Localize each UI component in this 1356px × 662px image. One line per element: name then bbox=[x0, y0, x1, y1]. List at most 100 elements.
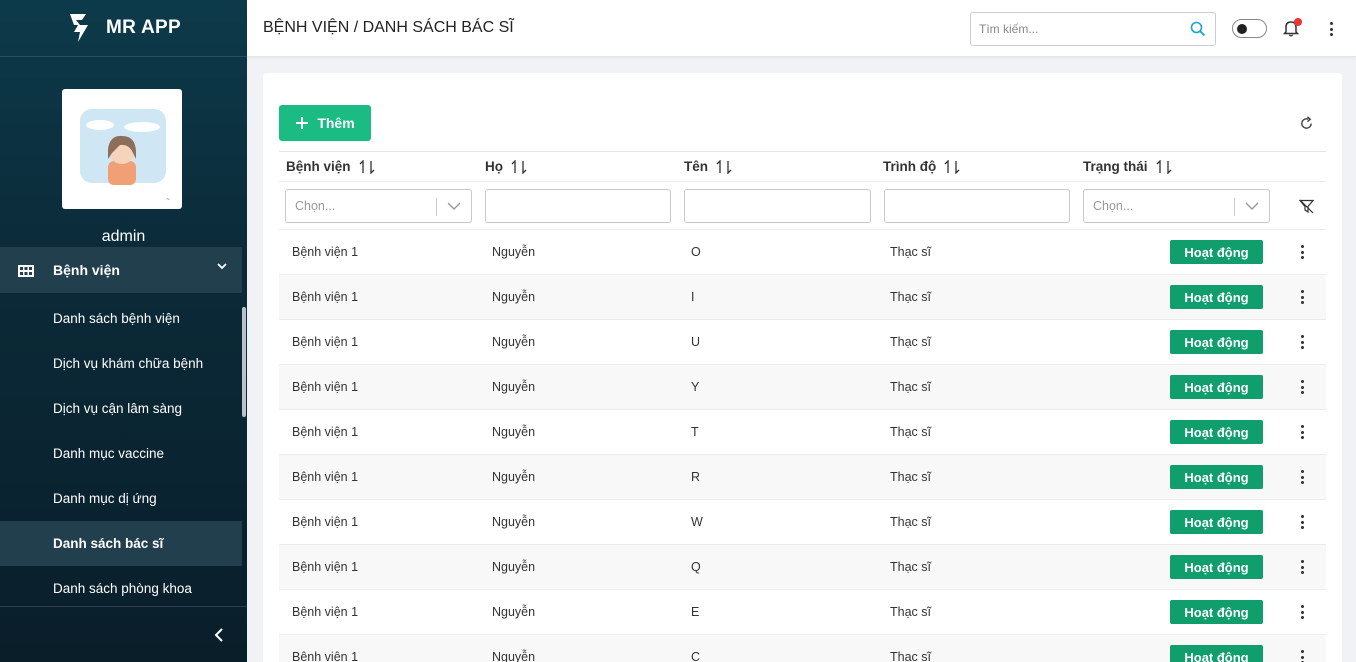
row-actions-icon[interactable] bbox=[1300, 380, 1304, 394]
sidebar-item-dich-vu-kham-chua-benh[interactable]: Dịch vụ khám chữa bệnh bbox=[0, 341, 242, 386]
table-row[interactable]: Bệnh viện 1 Nguyễn C Thạc sĩ Hoạt động bbox=[279, 635, 1326, 662]
plus-icon bbox=[296, 117, 309, 129]
refresh-icon[interactable] bbox=[1299, 116, 1314, 131]
table-row[interactable]: Bệnh viện 1 Nguyễn T Thạc sĩ Hoạt động bbox=[279, 410, 1326, 455]
chevron-down-icon[interactable] bbox=[447, 201, 461, 211]
cell-hospital: Bệnh viện 1 bbox=[292, 380, 359, 394]
table-row[interactable]: Bệnh viện 1 Nguyễn O Thạc sĩ Hoạt động bbox=[279, 230, 1326, 275]
status-badge: Hoạt động bbox=[1170, 600, 1263, 624]
search-box bbox=[970, 12, 1216, 46]
add-button[interactable]: Thêm bbox=[279, 105, 371, 141]
sidebar-item-danh-sach-phong-khoa[interactable]: Danh sách phòng khoa bbox=[0, 566, 242, 611]
search-input[interactable] bbox=[971, 13, 1171, 45]
chevron-down-icon bbox=[217, 263, 227, 270]
cell-first-name: T bbox=[691, 425, 699, 439]
column-header-benh-vien[interactable]: Bệnh viện bbox=[286, 159, 375, 174]
cell-hospital: Bệnh viện 1 bbox=[292, 650, 359, 662]
cell-degree: Thạc sĩ bbox=[890, 335, 931, 349]
sort-icon[interactable] bbox=[1156, 159, 1172, 174]
row-actions-icon[interactable] bbox=[1300, 560, 1304, 574]
status-badge: Hoạt động bbox=[1170, 285, 1263, 309]
status-badge: Hoạt động bbox=[1170, 420, 1263, 444]
table-row[interactable]: Bệnh viện 1 Nguyễn W Thạc sĩ Hoạt động bbox=[279, 500, 1326, 545]
status-badge: Hoạt động bbox=[1170, 510, 1263, 534]
cell-degree: Thạc sĩ bbox=[890, 650, 931, 662]
sidebar-scrollbar[interactable] bbox=[242, 307, 246, 417]
cell-hospital: Bệnh viện 1 bbox=[292, 245, 359, 259]
theme-toggle[interactable] bbox=[1232, 19, 1267, 38]
row-actions-icon[interactable] bbox=[1300, 650, 1304, 662]
hospital-filter-select[interactable]: Chọn... bbox=[285, 189, 472, 223]
table-row[interactable]: Bệnh viện 1 Nguyễn Q Thạc sĩ Hoạt động bbox=[279, 545, 1326, 590]
table-header: Bệnh viện Họ Tên Trình độ Trạng thái bbox=[279, 151, 1326, 182]
sort-icon[interactable] bbox=[944, 159, 960, 174]
select-separator bbox=[436, 198, 437, 216]
sidebar-item-danh-muc-vaccine[interactable]: Danh mục vaccine bbox=[0, 431, 242, 476]
status-filter-select[interactable]: Chọn... bbox=[1083, 189, 1270, 223]
status-badge: Hoạt động bbox=[1170, 555, 1263, 579]
cell-hospital: Bệnh viện 1 bbox=[292, 335, 359, 349]
sidebar-group-benh-vien[interactable]: Bệnh viện bbox=[0, 247, 242, 293]
table-row[interactable]: Bệnh viện 1 Nguyễn U Thạc sĩ Hoạt động bbox=[279, 320, 1326, 365]
sidebar-item-dich-vu-can-lam-sang[interactable]: Dịch vụ cận lâm sàng bbox=[0, 386, 242, 431]
row-actions-icon[interactable] bbox=[1300, 425, 1304, 439]
cell-first-name: Q bbox=[691, 560, 701, 574]
column-header-ho[interactable]: Họ bbox=[485, 159, 527, 174]
avatar-illustration: ~ bbox=[80, 109, 170, 203]
sidebar-group-label: Bệnh viện bbox=[53, 262, 120, 278]
column-label: Trình độ bbox=[883, 159, 937, 174]
sort-icon[interactable] bbox=[716, 159, 732, 174]
column-header-trinh-do[interactable]: Trình độ bbox=[883, 159, 960, 174]
table-row[interactable]: Bệnh viện 1 Nguyễn E Thạc sĩ Hoạt động bbox=[279, 590, 1326, 635]
select-placeholder: Chọn... bbox=[295, 199, 336, 213]
clear-filter-icon[interactable] bbox=[1299, 199, 1314, 214]
column-label: Tên bbox=[684, 159, 709, 174]
cell-first-name: C bbox=[691, 650, 701, 662]
sidebar-item-danh-sach-benh-vien[interactable]: Danh sách bệnh viện bbox=[0, 296, 242, 341]
sidebar-item-danh-sach-bac-si[interactable]: Danh sách bác sĩ bbox=[0, 521, 242, 566]
content-card: Thêm Bệnh viện Họ Tên Trình độ Trạng thá… bbox=[263, 73, 1342, 662]
table-row[interactable]: Bệnh viện 1 Nguyễn I Thạc sĩ Hoạt động bbox=[279, 275, 1326, 320]
row-actions-icon[interactable] bbox=[1300, 290, 1304, 304]
sidebar-item-danh-muc-di-ung[interactable]: Danh mục dị ứng bbox=[0, 476, 242, 521]
cell-hospital: Bệnh viện 1 bbox=[292, 605, 359, 619]
table-row[interactable]: Bệnh viện 1 Nguyễn R Thạc sĩ Hoạt động bbox=[279, 455, 1326, 500]
add-button-label: Thêm bbox=[317, 115, 355, 131]
first-name-filter-input bbox=[684, 189, 871, 223]
sort-icon[interactable] bbox=[511, 159, 527, 174]
last-name-filter-field[interactable] bbox=[486, 190, 670, 222]
degree-filter-field[interactable] bbox=[885, 190, 1069, 222]
row-actions-icon[interactable] bbox=[1300, 470, 1304, 484]
status-badge: Hoạt động bbox=[1170, 240, 1263, 264]
status-badge: Hoạt động bbox=[1170, 645, 1263, 662]
row-actions-icon[interactable] bbox=[1300, 605, 1304, 619]
first-name-filter-field[interactable] bbox=[685, 190, 870, 222]
app-name: MR APP bbox=[106, 17, 181, 38]
cell-degree: Thạc sĩ bbox=[890, 380, 931, 394]
svg-text:~: ~ bbox=[166, 197, 170, 203]
column-header-trang-thai[interactable]: Trạng thái bbox=[1083, 159, 1172, 174]
top-header: BỆNH VIỆN / DANH SÁCH BÁC SĨ bbox=[247, 0, 1356, 57]
cell-first-name: I bbox=[691, 290, 695, 304]
sort-icon[interactable] bbox=[359, 159, 375, 174]
collapse-sidebar-icon[interactable] bbox=[213, 627, 225, 642]
cell-first-name: R bbox=[691, 470, 701, 484]
brand[interactable]: MR APP bbox=[0, 0, 247, 57]
cell-first-name: U bbox=[691, 335, 701, 349]
search-icon[interactable] bbox=[1190, 21, 1206, 37]
cell-degree: Thạc sĩ bbox=[890, 290, 931, 304]
username: admin bbox=[101, 228, 146, 245]
chevron-down-icon[interactable] bbox=[1245, 201, 1259, 211]
row-actions-icon[interactable] bbox=[1300, 245, 1304, 259]
cell-last-name: Nguyễn bbox=[492, 425, 536, 439]
cell-hospital: Bệnh viện 1 bbox=[292, 560, 359, 574]
cell-last-name: Nguyễn bbox=[492, 605, 536, 619]
more-options-icon[interactable] bbox=[1329, 22, 1333, 36]
cell-hospital: Bệnh viện 1 bbox=[292, 515, 359, 529]
column-header-ten[interactable]: Tên bbox=[684, 159, 732, 174]
notification-dot bbox=[1294, 18, 1302, 26]
avatar[interactable]: ~ bbox=[62, 89, 182, 209]
table-row[interactable]: Bệnh viện 1 Nguyễn Y Thạc sĩ Hoạt động bbox=[279, 365, 1326, 410]
row-actions-icon[interactable] bbox=[1300, 335, 1304, 349]
row-actions-icon[interactable] bbox=[1300, 515, 1304, 529]
